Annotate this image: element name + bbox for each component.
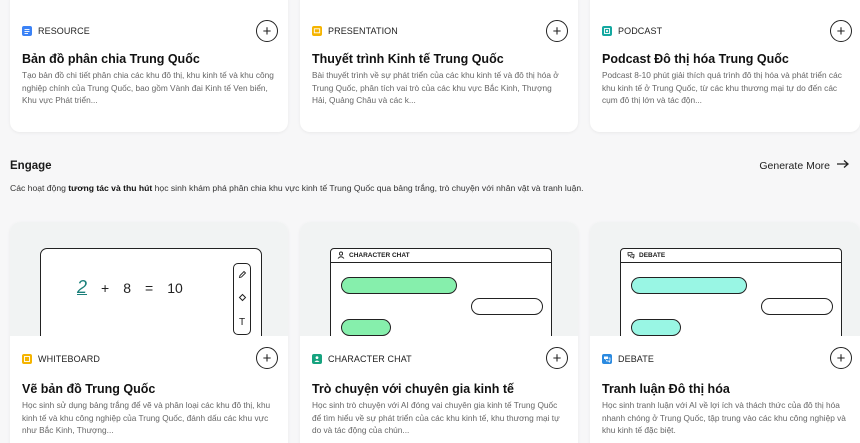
chat-bubble-left	[341, 277, 457, 294]
generate-more-button[interactable]: Generate More	[759, 159, 850, 172]
whiteboard-card[interactable]: 2 + 8 = 10 T WHITEBOARD + Vẽ bản đồ Trun…	[10, 222, 288, 443]
chat-header-label: DEBATE	[639, 252, 666, 259]
chat-bubble-left	[341, 319, 391, 336]
character-chat-card[interactable]: CHARACTER CHAT CHARACTER CHAT + Trò chuy…	[300, 222, 578, 443]
section-description-prefix: Các hoạt động	[10, 183, 69, 193]
whiteboard-icon	[22, 354, 32, 364]
section-title: Engage	[10, 160, 52, 172]
chat-header: DEBATE	[621, 249, 841, 263]
add-button[interactable]: +	[256, 20, 278, 42]
card-title: Tranh luận Đô thị hóa	[602, 382, 730, 396]
card-tag: RESOURCE	[22, 26, 90, 36]
character-chat-preview: CHARACTER CHAT	[300, 222, 578, 336]
card-description: Học sinh sử dụng bảng trắng để vẽ và phâ…	[22, 400, 271, 435]
card-title: Bản đồ phân chia Trung Quốc	[22, 52, 200, 66]
debate-icon	[602, 354, 612, 364]
card-description: Podcast 8-10 phút giải thích quá trình đ…	[602, 70, 842, 105]
podcast-card[interactable]: PODCAST + Podcast Đô thị hóa Trung Quốc …	[590, 0, 860, 132]
person-icon	[337, 251, 345, 261]
section-description-suffix: học sinh khám phá phân chia khu vực kinh…	[152, 183, 584, 193]
chat-bubble-left	[631, 277, 747, 294]
card-tag-label: PODCAST	[618, 26, 663, 36]
card-description: Bài thuyết trình về sự phát triển của cá…	[312, 70, 559, 105]
debate-preview: DEBATE	[590, 222, 860, 336]
card-tag: PODCAST	[602, 26, 662, 36]
card-title: Podcast Đô thị hóa Trung Quốc	[602, 52, 789, 66]
section-description: Các hoạt động tương tác và thu hút học s…	[10, 183, 584, 193]
page: RESOURCE + Bản đồ phân chia Trung Quốc T…	[0, 0, 860, 443]
card-title: Thuyết trình Kinh tế Trung Quốc	[312, 52, 504, 66]
chat-bubble-right	[761, 298, 833, 315]
add-button[interactable]: +	[546, 347, 568, 369]
add-button[interactable]: +	[256, 347, 278, 369]
chat-bubble-left	[631, 319, 681, 336]
document-icon	[22, 26, 32, 36]
card-description: Học sinh trò chuyện với AI đóng vai chuy…	[312, 400, 560, 435]
slides-icon	[312, 26, 322, 36]
chat-frame: DEBATE	[620, 248, 842, 336]
card-tag: DEBATE	[602, 354, 654, 364]
card-description: Tạo bản đồ chi tiết phân chia các khu đô…	[22, 70, 274, 105]
add-button[interactable]: +	[830, 347, 852, 369]
debate-icon	[627, 251, 635, 261]
text-tool-icon: T	[238, 316, 246, 328]
podcast-icon	[602, 26, 612, 36]
equation-equals: =	[145, 280, 154, 296]
pencil-icon	[238, 270, 247, 281]
debate-card[interactable]: DEBATE DEBATE + Tranh luận Đô thị hóa Họ…	[590, 222, 860, 443]
character-chat-icon	[312, 354, 322, 364]
card-tag: CHARACTER CHAT	[312, 354, 412, 364]
chat-header-label: CHARACTER CHAT	[349, 252, 410, 259]
card-title: Trò chuyện với chuyên gia kinh tế	[312, 382, 514, 396]
card-title: Vẽ bản đồ Trung Quốc	[22, 382, 156, 396]
add-button[interactable]: +	[546, 20, 568, 42]
whiteboard-frame: 2 + 8 = 10 T	[40, 248, 262, 336]
whiteboard-preview: 2 + 8 = 10 T	[10, 222, 288, 336]
equation-result: 10	[167, 280, 183, 296]
arrow-right-icon	[836, 159, 850, 172]
chat-frame: CHARACTER CHAT	[330, 248, 552, 336]
card-tag-label: PRESENTATION	[328, 26, 398, 36]
chat-bubble-right	[471, 298, 543, 315]
presentation-card[interactable]: PRESENTATION + Thuyết trình Kinh tế Trun…	[300, 0, 578, 132]
equation-op: +	[101, 280, 110, 296]
chat-header: CHARACTER CHAT	[331, 249, 551, 263]
equation-term: 8	[123, 280, 131, 296]
whiteboard-toolbar: T	[233, 263, 251, 335]
card-tag-label: RESOURCE	[38, 26, 90, 36]
card-tag: WHITEBOARD	[22, 354, 100, 364]
equation: 2 + 8 = 10	[77, 277, 183, 298]
card-description: Học sinh tranh luận với AI về lợi ích và…	[602, 400, 846, 435]
generate-more-label: Generate More	[759, 159, 830, 172]
card-tag-label: DEBATE	[618, 354, 654, 364]
card-tag-label: CHARACTER CHAT	[328, 354, 412, 364]
add-button[interactable]: +	[830, 20, 852, 42]
equation-handwritten: 2	[77, 277, 88, 297]
resource-card[interactable]: RESOURCE + Bản đồ phân chia Trung Quốc T…	[10, 0, 288, 132]
card-tag-label: WHITEBOARD	[38, 354, 101, 364]
card-tag: PRESENTATION	[312, 26, 398, 36]
eraser-icon	[238, 293, 247, 304]
section-description-bold: tương tác và thu hút	[68, 183, 153, 193]
